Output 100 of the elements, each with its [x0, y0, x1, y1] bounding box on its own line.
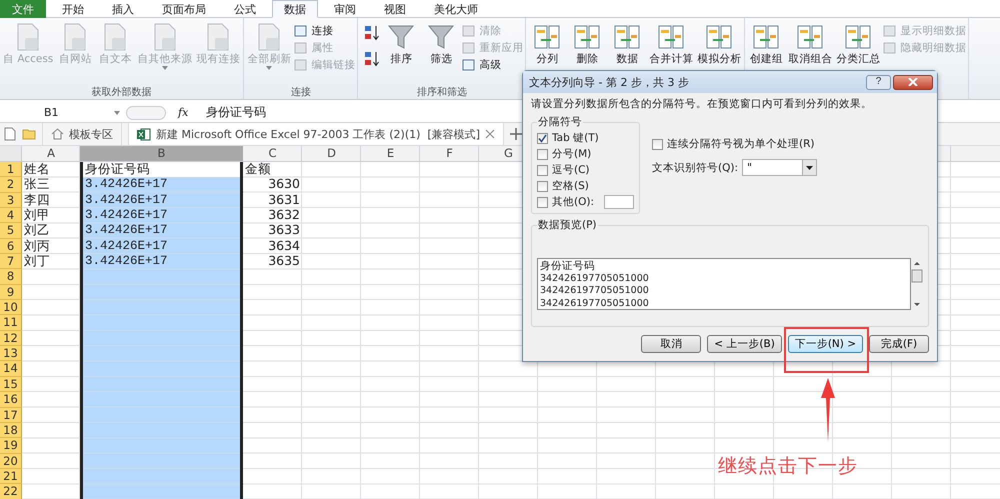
function-button[interactable]: fx: [178, 106, 200, 119]
row-header[interactable]: 7: [0, 254, 22, 270]
input-field[interactable]: [604, 195, 634, 209]
row-header[interactable]: 14: [0, 361, 22, 377]
checkbox[interactable]: [652, 138, 663, 150]
small-tool-icon: [294, 24, 308, 38]
ribbon-small-button[interactable]: 连接: [294, 24, 356, 38]
row-header[interactable]: 15: [0, 376, 22, 392]
caret-icon: [114, 110, 120, 114]
ribbon-button[interactable]: 模拟分析: [696, 20, 742, 99]
ribbon-tab[interactable]: 开始: [50, 0, 96, 18]
row-header[interactable]: 18: [0, 422, 22, 438]
formula-value[interactable]: 身份证号码: [206, 104, 266, 121]
column-header[interactable]: B: [80, 146, 243, 161]
folder-icon[interactable]: [22, 128, 36, 140]
ribbon-tab[interactable]: 公式: [222, 0, 268, 18]
table-cell-text: 3634: [267, 238, 301, 254]
document-tab[interactable]: 新建 Microsoft Office Excel 97-2003 工作表 (2)(1) [兼容模式]: [128, 123, 504, 145]
row-header[interactable]: 9: [0, 284, 22, 300]
ribbon-button[interactable]: 创建组: [747, 20, 786, 99]
dialog-button[interactable]: 下一步(N) >: [788, 335, 863, 353]
document-tab[interactable]: 模板专区: [42, 123, 122, 145]
checkbox-label: 其他(O):: [552, 195, 594, 209]
ribbon-tab[interactable]: 插入: [100, 0, 146, 18]
small-tool-icon: [462, 58, 476, 72]
ribbon-tab[interactable]: 数据: [272, 0, 318, 18]
ribbon-tab[interactable]: 页面布局: [150, 0, 218, 18]
add-icon[interactable]: [510, 128, 522, 140]
row-header[interactable]: 17: [0, 408, 22, 423]
row-header[interactable]: 5: [0, 223, 22, 239]
dialog-button[interactable]: < 上一步(B): [707, 335, 782, 353]
row-header[interactable]: 13: [0, 346, 22, 362]
group-label: 获取外部数据: [90, 86, 153, 99]
row-header[interactable]: 20: [0, 454, 22, 469]
close-icon: [908, 78, 918, 86]
row-header[interactable]: 11: [0, 315, 22, 331]
dialog-button[interactable]: 取消: [641, 335, 702, 353]
row-header[interactable]: 21: [0, 468, 22, 484]
row-header[interactable]: 22: [0, 484, 22, 499]
table-cell-text: 3.42426E+17: [84, 208, 169, 224]
field-label: 文本识别符号(Q):: [652, 160, 738, 174]
qualifier-dropdown[interactable]: ": [742, 159, 817, 176]
column-header[interactable]: E: [361, 146, 420, 161]
ribbon-small-button[interactable]: 高级: [462, 58, 524, 72]
row-header[interactable]: 19: [0, 438, 22, 454]
table-cell-text: 张三: [23, 177, 51, 193]
caret-icon: [266, 66, 272, 70]
table-cell-text: 姓名: [23, 162, 51, 178]
ribbon-tab[interactable]: 美化大师: [422, 0, 490, 18]
checkbox[interactable]: [537, 164, 548, 176]
help-button[interactable]: ?: [866, 74, 891, 90]
instruction-text: 请设置分列数据所包含的分隔符号。在预览窗口内可看到分列的效果。: [531, 97, 873, 111]
dialog-button[interactable]: 完成(F): [869, 335, 929, 353]
column-header[interactable]: C: [243, 146, 302, 161]
checkbox[interactable]: [537, 180, 548, 192]
row-header[interactable]: 4: [0, 208, 22, 224]
table-cell-text: 3632: [267, 208, 301, 224]
checkbox[interactable]: [537, 132, 548, 144]
group-title: 分隔符号: [537, 115, 583, 129]
new-file-icon[interactable]: [4, 127, 16, 141]
sort-icon: [364, 50, 380, 68]
row-header[interactable]: 2: [0, 177, 22, 193]
close-button[interactable]: [893, 74, 933, 90]
checkbox-label: Tab 键(T): [552, 131, 599, 145]
close-icon[interactable]: [484, 129, 495, 139]
preview-line: 342426197705051000: [540, 298, 650, 309]
row-header[interactable]: 12: [0, 330, 22, 346]
small-tool-icon: [294, 41, 308, 55]
dialog-title: 文本分列向导 - 第 2 步，共 3 步: [529, 74, 689, 90]
table-cell-text: 金额: [244, 162, 272, 178]
table-cell-text: 3.42426E+17: [84, 223, 169, 239]
row-header[interactable]: 1: [0, 162, 22, 178]
small-tool-icon: [883, 24, 898, 38]
row-header[interactable]: 6: [0, 238, 22, 254]
row-header[interactable]: 16: [0, 392, 22, 408]
checkbox-label: 逗号(C): [552, 163, 590, 177]
ribbon-button[interactable]: 筛选: [422, 20, 460, 85]
ribbon-tab[interactable]: 视图: [372, 0, 418, 18]
row-header[interactable]: 10: [0, 300, 22, 316]
file-menu[interactable]: 文件: [0, 0, 46, 18]
table-cell-text: 3633: [267, 223, 301, 239]
checkmark-icon: [538, 134, 547, 142]
column-header[interactable]: F: [420, 146, 479, 161]
ribbon-button[interactable]: 排序: [382, 20, 420, 85]
name-box[interactable]: B1: [0, 106, 120, 119]
checkbox[interactable]: [537, 148, 548, 160]
table-cell-text: 3.42426E+17: [84, 254, 169, 270]
group-label: 排序和筛选: [416, 86, 468, 99]
row-header[interactable]: 8: [0, 269, 22, 285]
checkbox-label: 空格(S): [552, 179, 589, 193]
caret-icon: [162, 66, 168, 70]
ribbon-tab[interactable]: 审阅: [322, 0, 368, 18]
preview-line: 身份证号码: [540, 260, 596, 272]
row-header[interactable]: 3: [0, 192, 22, 208]
table-cell-text: 刘丙: [23, 238, 51, 254]
checkbox[interactable]: [537, 196, 548, 208]
ribbon-button[interactable]: 取消组合: [787, 20, 834, 99]
column-header[interactable]: D: [302, 146, 361, 161]
checkbox-label: 分号(M): [552, 147, 592, 161]
column-header[interactable]: A: [22, 146, 80, 161]
